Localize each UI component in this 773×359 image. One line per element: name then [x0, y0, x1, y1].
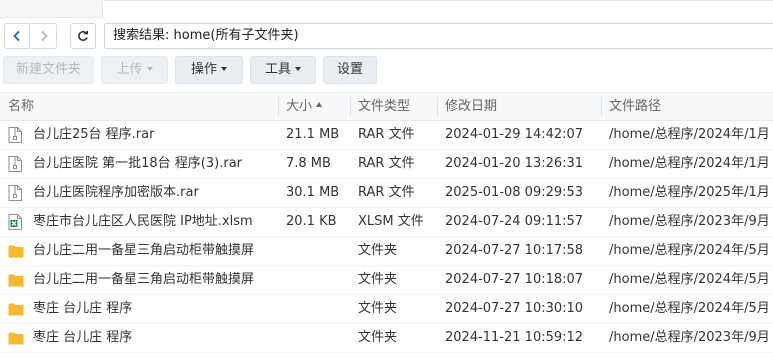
file-name: 台儿庄医院 第一批18台 程序(3).rar: [33, 156, 243, 171]
file-path: /home/总程序/2024年/1月: [609, 127, 770, 142]
file-path: /home/总程序/2024年/5月: [609, 243, 770, 258]
folder-icon: [8, 274, 24, 287]
file-type: 文件夹: [358, 243, 398, 258]
column-header-type[interactable]: 文件类型: [350, 93, 437, 121]
refresh-button[interactable]: [70, 23, 96, 49]
file-size: [286, 237, 350, 265]
active-tab[interactable]: [102, 0, 773, 18]
archive-icon: [8, 185, 22, 201]
file-name: 台儿庄二用一备星三角启动柜带触摸屏: [33, 243, 255, 258]
table-row[interactable]: 枣庄 台儿庄 程序 文件夹 2024-11-21 10:59:12/home/总程序…: [0, 324, 773, 353]
table-header: 名称 大小 文件类型 修改日期 文件路径: [0, 92, 773, 121]
file-modified-date: 2024-07-27 10:18:07: [445, 272, 584, 287]
upload-button[interactable]: 上传: [101, 56, 168, 84]
table-row[interactable]: 台儿庄医院 第一批18台 程序(3).rar 7.8 MB RAR 文件 2024-0…: [0, 150, 773, 179]
file-modified-date: 2024-07-24 09:11:57: [445, 214, 584, 229]
file-name: 台儿庄二用一备星三角启动柜带触摸屏: [33, 272, 255, 287]
file-type: RAR 文件: [358, 156, 415, 171]
file-type: 文件夹: [358, 330, 398, 345]
search-path-field[interactable]: 搜索结果: home(所有子文件夹): [104, 23, 773, 49]
table-row[interactable]: 台儿庄医院程序加密版本.rar 30.1 MB RAR 文件 2025-01-08 0…: [0, 179, 773, 208]
sort-ascending-icon: [316, 102, 323, 107]
refresh-icon: [78, 30, 88, 41]
file-type: RAR 文件: [358, 127, 415, 142]
file-name: 枣庄 台儿庄 程序: [33, 330, 133, 345]
file-list: 台儿庄25台 程序.rar 21.1 MB RAR 文件 2024-01-29 14:…: [0, 121, 773, 353]
settings-label: 设置: [336, 62, 363, 77]
forward-button[interactable]: [31, 23, 57, 49]
file-modified-date: 2024-07-27 10:17:58: [445, 243, 584, 258]
file-path: /home/总程序/2024年/1月: [609, 156, 770, 171]
file-name: 台儿庄25台 程序.rar: [33, 127, 155, 142]
folder-icon: [8, 303, 24, 316]
tools-button[interactable]: 工具: [250, 56, 316, 84]
file-path: /home/总程序/2024年/5月: [609, 301, 770, 316]
column-header-modified[interactable]: 修改日期: [437, 93, 601, 121]
table-row[interactable]: 台儿庄25台 程序.rar 21.1 MB RAR 文件 2024-01-29 14:…: [0, 121, 773, 150]
chevron-left-icon: [13, 30, 20, 42]
action-label: 操作: [190, 62, 217, 77]
file-size: [286, 266, 350, 294]
file-type: 文件夹: [358, 301, 398, 316]
file-size: [286, 324, 350, 352]
file-modified-date: 2024-11-21 10:59:12: [445, 330, 584, 345]
file-modified-date: 2024-01-29 14:42:07: [445, 127, 584, 142]
tools-label: 工具: [264, 62, 291, 77]
file-modified-date: 2024-07-27 10:30:10: [445, 301, 584, 316]
file-size: 7.8 MB: [286, 156, 331, 171]
table-row[interactable]: 枣庄 台儿庄 程序 文件夹 2024-07-27 10:30:10/home/总程序…: [0, 295, 773, 324]
column-header-path[interactable]: 文件路径: [601, 93, 773, 121]
column-header-name[interactable]: 名称: [0, 93, 278, 121]
table-row[interactable]: 台儿庄二用一备星三角启动柜带触摸屏 文件夹 2024-07-27 10:18:07 /…: [0, 266, 773, 295]
file-modified-date: 2024-01-20 13:26:31: [445, 156, 584, 171]
file-size: 30.1 MB: [286, 185, 340, 200]
back-button[interactable]: [4, 23, 30, 49]
file-modified-date: 2025-01-08 09:29:53: [445, 185, 584, 200]
file-size: 20.1 KB: [286, 214, 337, 229]
size-header-label: 大小: [286, 99, 313, 114]
table-row[interactable]: 枣庄市台儿庄区人民医院 IP地址.xlsm 20.1 KB XLSM 文件 2024-…: [0, 208, 773, 237]
file-name: 台儿庄医院程序加密版本.rar: [33, 185, 199, 200]
file-size: 21.1 MB: [286, 127, 340, 142]
column-header-size[interactable]: 大小: [278, 93, 350, 121]
upload-label: 上传: [116, 62, 143, 77]
navigation-bar: 搜索结果: home(所有子文件夹): [0, 18, 773, 52]
chevron-right-icon: [40, 30, 48, 42]
window-tab-strip: [0, 0, 773, 18]
file-path: /home/总程序/2025年/1月: [609, 185, 770, 200]
excel-icon: [8, 214, 22, 230]
table-row[interactable]: 台儿庄二用一备星三角启动柜带触摸屏 文件夹 2024-07-27 10:17:58 /…: [0, 237, 773, 266]
file-type: XLSM 文件: [358, 214, 424, 229]
file-path: /home/总程序/2023年/9月: [609, 330, 770, 345]
file-type: 文件夹: [358, 272, 398, 287]
caret-down-icon: [146, 66, 153, 71]
caret-down-icon: [221, 66, 227, 71]
caret-down-icon: [295, 66, 301, 71]
settings-button[interactable]: 设置: [323, 56, 377, 84]
archive-icon: [8, 127, 22, 143]
new-folder-button[interactable]: 新建文件夹: [3, 56, 94, 84]
folder-icon: [8, 332, 24, 345]
file-name: 枣庄 台儿庄 程序: [33, 301, 133, 316]
toolbar: 新建文件夹 上传 操作 工具 设置: [0, 56, 773, 86]
file-name: 枣庄市台儿庄区人民医院 IP地址.xlsm: [33, 214, 253, 229]
file-path: /home/总程序/2024年/5月: [609, 272, 770, 287]
new-folder-label: 新建文件夹: [15, 62, 81, 77]
archive-icon: [8, 156, 22, 172]
file-size: [286, 295, 350, 323]
folder-icon: [8, 245, 24, 258]
action-button[interactable]: 操作: [175, 56, 243, 84]
file-path: /home/总程序/2023年/9月: [609, 214, 770, 229]
file-type: RAR 文件: [358, 185, 415, 200]
